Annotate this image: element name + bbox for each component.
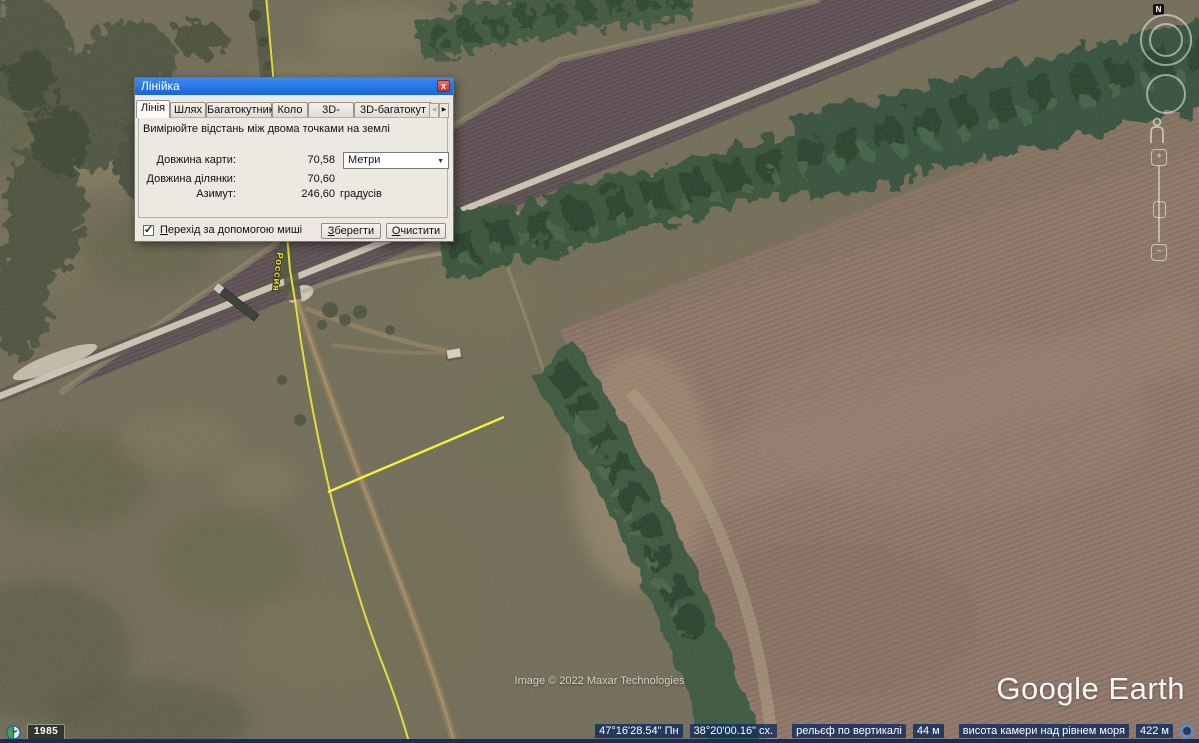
tab-circle[interactable]: Коло [272,102,308,118]
heading-value: 246,60 [259,188,335,200]
dialog-title: Лінійка [135,78,453,95]
close-icon[interactable]: x [437,80,450,92]
historical-imagery: 1985 [6,724,65,740]
pegman-icon[interactable] [1147,117,1167,145]
imagery-copyright: Image © 2022 Maxar Technologies [515,675,685,687]
map-length-value: 70,58 [259,154,335,166]
heading-unit: градусів [340,188,382,200]
status-camera-label: висота камери над рівнем моря [959,724,1129,738]
google-earth-window: Россия N + − 1985 [0,0,1199,743]
ruler-tab-pane: Вимірюйте відстань між двома точками на … [138,117,448,218]
tab-scroll-left-icon[interactable]: ◀ [429,103,439,118]
status-bar-strip [0,739,1199,743]
status-terrain-label: рельєф по вертикалі [792,724,906,738]
units-dropdown[interactable]: Метри ▼ [343,152,449,169]
mouse-nav-label: Перехід за допомогою миші [160,224,302,236]
units-selected: Метри [348,154,380,166]
tab-line[interactable]: Лінія [136,100,170,118]
status-longitude: 38°20'00.16" сх. [690,724,778,738]
ruler-description: Вимірюйте відстань між двома точками на … [143,123,390,135]
imagery-year-badge[interactable]: 1985 [27,724,65,740]
move-joystick-icon[interactable] [1146,74,1186,114]
status-terrain-value: 44 м [913,724,944,738]
tab-polygon[interactable]: Багатокутник [206,102,272,118]
chevron-down-icon: ▼ [437,154,444,169]
tab-3d-path[interactable]: 3D-шлях [308,102,354,118]
tab-path[interactable]: Шлях [170,102,206,118]
heading-label: Азимут: [139,188,236,200]
status-camera-value: 422 м [1136,724,1173,738]
clear-button[interactable]: Очистити [386,223,446,239]
tab-scroll-right-icon[interactable]: ▶ [439,103,449,118]
status-bar: 47°16'28.54" Пн 38°20'00.16" сх. рельєф … [595,724,1194,738]
streaming-globe-icon [1180,724,1194,738]
save-button[interactable]: Зберегти [321,223,381,239]
status-latitude: 47°16'28.54" Пн [595,724,682,738]
mouse-nav-checkbox[interactable]: ✓ [143,225,154,236]
ground-length-value: 70,60 [259,173,335,185]
zoom-handle[interactable] [1153,201,1166,218]
ruler-dialog: Лінійка x Лінія Шлях Багатокутник Коло 3… [134,77,454,242]
ruler-tabs: Лінія Шлях Багатокутник Коло 3D-шлях 3D-… [136,100,431,118]
navigation-controls: N + − [1129,0,1199,270]
tab-scroll-buttons: ◀ ▶ [429,103,449,118]
look-ring-inner-icon[interactable] [1149,23,1183,57]
ground-length-label: Довжина ділянки: [139,173,236,185]
history-clock-icon[interactable] [6,725,21,740]
tab-3d-polygon[interactable]: 3D-багатокут [354,102,431,118]
map-length-label: Довжина карти: [139,154,236,166]
zoom-in-button[interactable]: + [1151,149,1167,166]
google-earth-logo: Google Earth [996,671,1185,707]
checkmark-icon: ✓ [144,223,153,236]
zoom-out-button[interactable]: − [1151,244,1167,261]
zoom-slider: + − [1151,149,1167,261]
dialog-titlebar[interactable]: Лінійка x [135,78,453,95]
